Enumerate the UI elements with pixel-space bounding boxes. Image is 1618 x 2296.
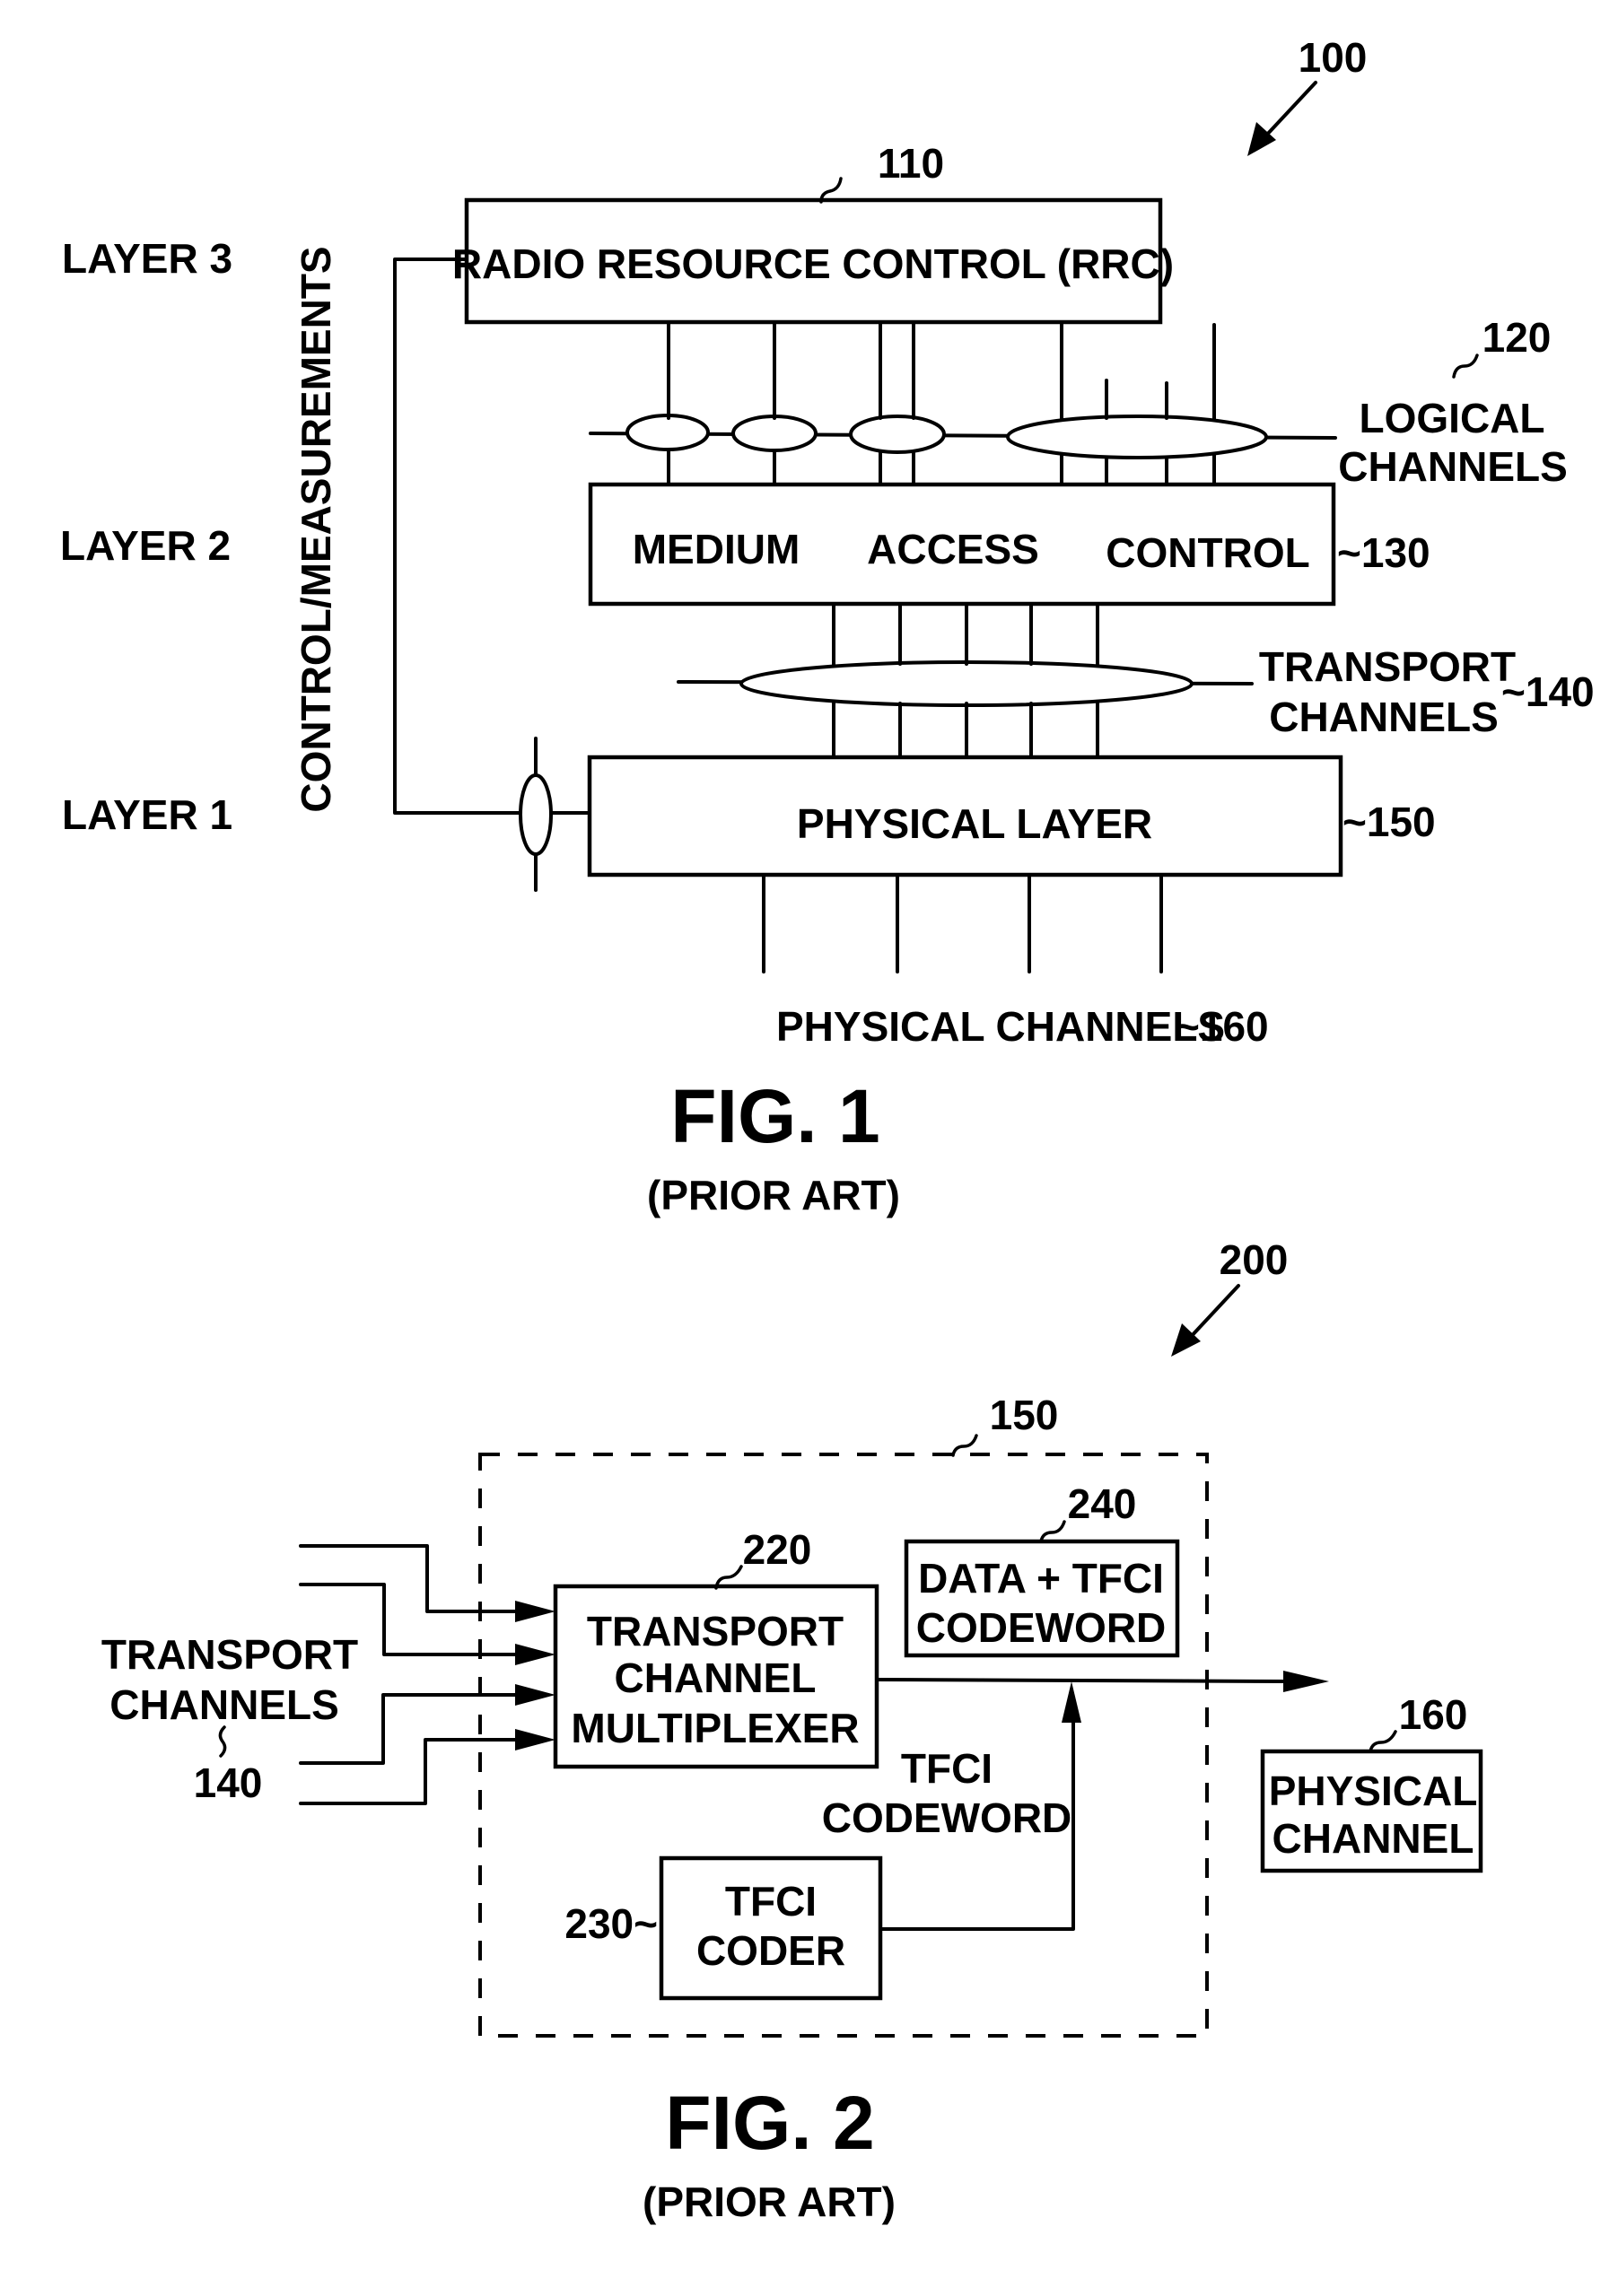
figure-1: 100 LAYER 3 LAYER 2 LAYER 1 CONTROL/MEAS… xyxy=(60,34,1595,1218)
mux-input-arrowhead-icon xyxy=(515,1601,555,1622)
physical-channel-ref: 160 xyxy=(1399,1691,1468,1738)
mux-label-2: CHANNEL xyxy=(615,1654,817,1701)
fig2-transport-channels-label-1: TRANSPORT xyxy=(101,1631,358,1678)
transport-channels-ellipse xyxy=(739,660,1194,707)
transport-channels-ref: ~140 xyxy=(1501,668,1595,715)
mac-ref: ~130 xyxy=(1337,529,1430,576)
mac-word-access: ACCESS xyxy=(867,526,1039,572)
logical-channel-group-ellipse xyxy=(625,414,710,451)
tfci-codeword-label-2: CODEWORD xyxy=(822,1794,1072,1841)
rrc-label: RADIO RESOURCE CONTROL (RRC) xyxy=(452,240,1174,287)
mux-block: TRANSPORT CHANNEL MULTIPLEXER 220 xyxy=(553,1526,879,1769)
fig2-caption: FIG. 2 xyxy=(665,2081,874,2165)
mux-input-arrowhead-icon xyxy=(515,1684,555,1706)
mac-block: MEDIUM ACCESS CONTROL ~130 xyxy=(588,482,1430,607)
physical-layer-boundary-squiggle xyxy=(951,1434,978,1457)
mux-input-line xyxy=(299,1738,520,1805)
fig1-ref-arrow-shaft xyxy=(1264,81,1317,138)
physical-channel-label-1: PHYSICAL xyxy=(1269,1768,1478,1814)
fig1-subcaption: (PRIOR ART) xyxy=(647,1172,900,1218)
mux-input-arrowhead-icon xyxy=(515,1644,555,1665)
phy-label: PHYSICAL LAYER xyxy=(797,800,1152,847)
logical-channel-lines xyxy=(667,320,1216,486)
control-measurements-line xyxy=(393,258,522,815)
logical-channel-group-ellipse xyxy=(731,415,818,452)
data-tfci-ref-squiggle xyxy=(1039,1520,1066,1543)
physical-channel-lines xyxy=(762,873,1163,973)
patent-sheet: 100 LAYER 3 LAYER 2 LAYER 1 CONTROL/MEAS… xyxy=(60,34,1595,2225)
logical-channel-group-ellipse xyxy=(849,415,946,454)
fig1-ref-100: 100 xyxy=(1299,34,1368,81)
mux-input-arrowhead-icon xyxy=(515,1729,555,1750)
data-tfci-label-2: CODEWORD xyxy=(916,1604,1167,1651)
figure-2: 200 150 TRANSPORT CHANNELS 140 TRANSPORT… xyxy=(101,1236,1483,2225)
data-tfci-block: DATA + TFCI CODEWORD 240 xyxy=(904,1480,1180,1658)
rrc-ref: 110 xyxy=(878,140,944,187)
tfci-coder-ref: 230~ xyxy=(564,1900,658,1947)
mac-word-control: CONTROL xyxy=(1106,529,1309,576)
mux-output-line xyxy=(875,1678,1294,1683)
mux-output-arrowhead-icon xyxy=(1283,1671,1329,1692)
control-measurements-label: CONTROL/MEASUREMENTS xyxy=(293,246,339,812)
layer-3-label: LAYER 3 xyxy=(62,235,232,282)
tfci-coder-block: TFCI CODER 230~ xyxy=(564,1855,883,2001)
physical-channels-ref: ~160 xyxy=(1176,1003,1269,1050)
layer-2-label: LAYER 2 xyxy=(60,522,231,569)
data-tfci-label-1: DATA + TFCI xyxy=(918,1555,1164,1602)
fig2-transport-channels-ref: 140 xyxy=(194,1759,263,1806)
phy-block: PHYSICAL LAYER ~150 xyxy=(587,755,1436,877)
physical-channel-block: PHYSICAL CHANNEL 160 xyxy=(1260,1691,1483,1873)
physical-channel-ref-squiggle xyxy=(1369,1730,1397,1753)
control-sap-ellipse xyxy=(519,773,553,856)
data-tfci-ref: 240 xyxy=(1068,1480,1137,1527)
logical-channels-ref: 120 xyxy=(1482,314,1552,361)
layer-1-label: LAYER 1 xyxy=(62,791,232,838)
physical-channel-label-2: CHANNEL xyxy=(1273,1815,1474,1862)
rrc-block: RADIO RESOURCE CONTROL (RRC) 110 xyxy=(452,140,1174,325)
physical-layer-boundary-ref: 150 xyxy=(990,1392,1059,1438)
mux-ref: 220 xyxy=(743,1526,812,1573)
logical-channels-ref-squiggle xyxy=(1452,354,1479,379)
fig2-ref-arrow-shaft xyxy=(1187,1284,1240,1340)
fig1-caption: FIG. 1 xyxy=(670,1074,879,1158)
fig2-transport-channels-squiggle xyxy=(218,1725,227,1758)
mux-label-1: TRANSPORT xyxy=(587,1608,844,1654)
fig2-subcaption: (PRIOR ART) xyxy=(643,2178,896,2225)
logical-channel-group-ellipse xyxy=(1006,415,1268,459)
phy-ref: ~150 xyxy=(1343,799,1436,845)
mac-word-medium: MEDIUM xyxy=(633,526,800,572)
tfci-codeword-label-1: TFCI xyxy=(901,1745,993,1792)
logical-channels-label-1: LOGICAL xyxy=(1360,395,1545,441)
transport-channels-label-1: TRANSPORT xyxy=(1259,643,1516,690)
mux-input-line xyxy=(299,1544,520,1613)
logical-channels-label-2: CHANNELS xyxy=(1338,443,1568,490)
fig2-ref-200: 200 xyxy=(1220,1236,1289,1283)
transport-channels-label-2: CHANNELS xyxy=(1269,694,1499,740)
tfci-codeword-arrowhead-icon xyxy=(1062,1681,1081,1723)
mux-label-3: MULTIPLEXER xyxy=(571,1705,859,1751)
tfci-coder-label-1: TFCI xyxy=(725,1878,817,1925)
physical-channels-label: PHYSICAL CHANNELS xyxy=(776,1003,1225,1050)
tfci-coder-label-2: CODER xyxy=(696,1927,845,1974)
fig2-transport-channels-label-2: CHANNELS xyxy=(109,1681,339,1728)
